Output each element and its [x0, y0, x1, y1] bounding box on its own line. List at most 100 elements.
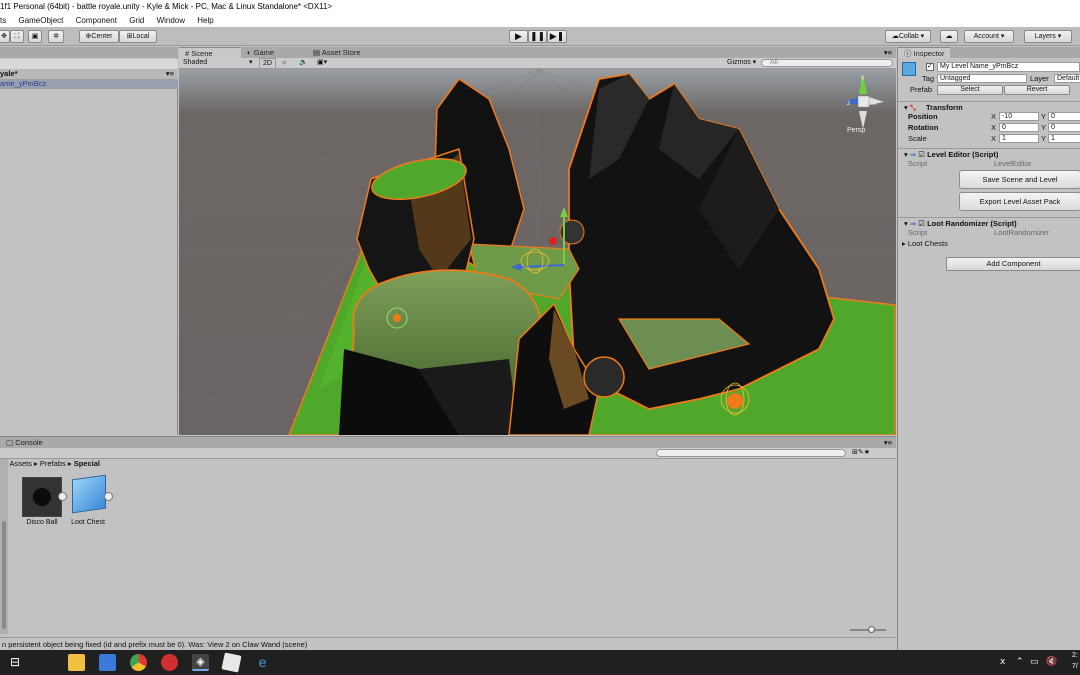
pivot-center-button[interactable]: ⊕Center: [79, 30, 119, 43]
prefab-select-button[interactable]: Select: [937, 85, 1003, 95]
people-icon[interactable]: ⅹ: [1000, 656, 1005, 667]
audio-icon[interactable]: 🔈: [299, 58, 308, 68]
browser-icon[interactable]: [161, 654, 178, 671]
layers-dropdown[interactable]: Layers ▾: [1024, 30, 1072, 43]
panel-menu-icon[interactable]: ▾≡: [884, 47, 892, 58]
scale-x-input[interactable]: 1: [999, 134, 1039, 143]
zoom-slider[interactable]: [850, 626, 886, 633]
light-icon[interactable]: ☼: [281, 58, 287, 68]
transform-title: Transform: [925, 103, 963, 112]
chevron-up-icon[interactable]: ⌃: [1016, 656, 1024, 667]
rect-tool-button[interactable]: ⛶: [10, 30, 24, 43]
save-scene-button[interactable]: Save Scene and Level: [959, 170, 1080, 189]
breadcrumb-assets[interactable]: Assets: [9, 459, 32, 468]
menu-gameobject[interactable]: GameObject: [18, 16, 63, 25]
object-name-input[interactable]: My Level Name_yPmBcz: [937, 62, 1080, 72]
cloud-button[interactable]: ☁: [940, 30, 958, 43]
project-scrollbar[interactable]: [0, 459, 8, 634]
menu-component[interactable]: Component: [76, 16, 117, 25]
triangle-right-icon: ▸: [902, 239, 906, 248]
file-explorer-icon[interactable]: [68, 654, 85, 671]
clock-time[interactable]: 2:: [1072, 652, 1078, 659]
export-asset-pack-button[interactable]: Export Level Asset Pack: [959, 192, 1080, 211]
unity-hub-icon[interactable]: [221, 652, 242, 673]
rect-transform-button[interactable]: ▣: [28, 30, 42, 43]
breadcrumb-prefabs[interactable]: Prefabs: [40, 459, 66, 468]
panel-menu-icon[interactable]: ▾≡: [884, 437, 892, 448]
svg-text:y: y: [861, 75, 864, 81]
level-editor-script-field[interactable]: LevelEditor: [994, 159, 1080, 169]
project-search-input[interactable]: [656, 449, 846, 457]
unity-icon[interactable]: ◈: [192, 654, 209, 671]
position-x-input[interactable]: -10: [999, 112, 1039, 121]
transform-header[interactable]: ▾ ⤡ Transform: [898, 101, 1080, 112]
menu-grid[interactable]: Grid: [129, 16, 144, 25]
scroll-thumb[interactable]: [2, 521, 6, 629]
gizmos-dropdown[interactable]: Gizmos ▾: [727, 58, 756, 68]
hand-tool-button[interactable]: ✥: [0, 30, 10, 43]
tab-inspector[interactable]: ⓘ Inspector: [898, 47, 951, 58]
step-button[interactable]: ▶❚: [547, 30, 567, 43]
component-enabled-checkbox[interactable]: ☑: [918, 150, 925, 159]
component-enabled-checkbox[interactable]: ☑: [918, 219, 925, 228]
menu-assets[interactable]: ts: [0, 16, 6, 25]
filter-icons[interactable]: ⊞✎★: [852, 448, 870, 456]
expand-arrow-icon[interactable]: [104, 492, 113, 501]
tab-asset-store-label: Asset Store: [321, 48, 361, 57]
hierarchy-scene-row[interactable]: yale* ▾≡: [0, 69, 178, 79]
cloud-check-icon: ☁: [891, 33, 899, 40]
active-checkbox[interactable]: ✓: [926, 63, 934, 71]
clock-date[interactable]: 7/: [1072, 663, 1078, 670]
position-y-input[interactable]: 0: [1048, 112, 1080, 121]
breadcrumb-special[interactable]: Special: [74, 459, 100, 468]
prefab-revert-button[interactable]: Revert: [1004, 85, 1070, 95]
scene-viewport[interactable]: z x y: [179, 69, 896, 435]
loot-chests-foldout[interactable]: ▸ Loot Chests: [902, 239, 1080, 249]
shading-mode-dropdown[interactable]: Shaded: [183, 58, 207, 68]
hierarchy-panel: yale* ▾≡ ame_yPmBcz: [0, 47, 178, 435]
project-toolbar: ⊞✎★: [0, 448, 896, 459]
effects-icon[interactable]: ▣▾: [317, 58, 327, 68]
tab-asset-store[interactable]: ▤ Asset Store: [307, 47, 367, 58]
tab-scene[interactable]: # Scene: [179, 47, 241, 58]
scale-y-input[interactable]: 1: [1048, 134, 1080, 143]
rotation-y-input[interactable]: 0: [1048, 123, 1080, 132]
pause-button[interactable]: ❚❚: [528, 30, 547, 43]
edge-icon[interactable]: e: [254, 654, 271, 671]
loot-randomizer-header[interactable]: ▾ ⇒ ☑ Loot Randomizer (Script): [898, 217, 1080, 228]
add-component-button[interactable]: Add Component: [946, 257, 1080, 271]
asset-disco-ball-thumb[interactable]: [22, 477, 62, 517]
menu-window[interactable]: Window: [157, 16, 185, 25]
volume-muted-icon[interactable]: 🔇: [1046, 656, 1057, 667]
pivot-local-button[interactable]: ⊞Local: [119, 30, 157, 43]
store-icon[interactable]: [99, 654, 116, 671]
pause-icon: ❚❚: [529, 31, 546, 41]
tag-dropdown[interactable]: Untagged: [937, 74, 1027, 83]
transform-tool-button[interactable]: ✲: [48, 30, 64, 43]
menu-help[interactable]: Help: [197, 16, 213, 25]
scene-search-input[interactable]: All: [761, 59, 893, 67]
zoom-slider-thumb[interactable]: [868, 626, 875, 633]
rotation-x-input[interactable]: 0: [999, 123, 1039, 132]
tab-game[interactable]: ◐ Game: [241, 47, 280, 58]
svg-text:x: x: [873, 101, 876, 107]
chrome-icon[interactable]: [130, 654, 147, 671]
scene-toolbar: Shaded ▾ 2D ☼ 🔈 ▣▾ Gizmos ▾ All: [179, 58, 896, 70]
play-button[interactable]: ▶: [509, 30, 528, 43]
loot-script-field[interactable]: LootRandomizer: [994, 228, 1080, 238]
triangle-down-icon: ▾: [904, 219, 908, 228]
persp-label[interactable]: Persp: [847, 127, 865, 134]
asset-loot-chest-thumb[interactable]: [72, 474, 106, 514]
network-icon[interactable]: ▭: [1030, 656, 1039, 667]
expand-arrow-icon[interactable]: [58, 492, 67, 501]
layer-dropdown[interactable]: Default: [1054, 74, 1080, 83]
collab-button[interactable]: ☁Collab ▾: [885, 30, 931, 43]
hierarchy-item-selected[interactable]: ame_yPmBcz: [0, 79, 178, 89]
tab-console[interactable]: ▢ Console: [0, 437, 49, 448]
level-editor-header[interactable]: ▾ ⇒ ☑ Level Editor (Script): [898, 148, 1080, 159]
task-view-icon[interactable]: ⊟: [10, 655, 20, 669]
hierarchy-search[interactable]: [0, 59, 178, 69]
menu-icon[interactable]: ▾≡: [166, 69, 174, 79]
tab-scene-label: Scene: [191, 49, 213, 58]
account-dropdown[interactable]: Account ▾: [964, 30, 1014, 43]
